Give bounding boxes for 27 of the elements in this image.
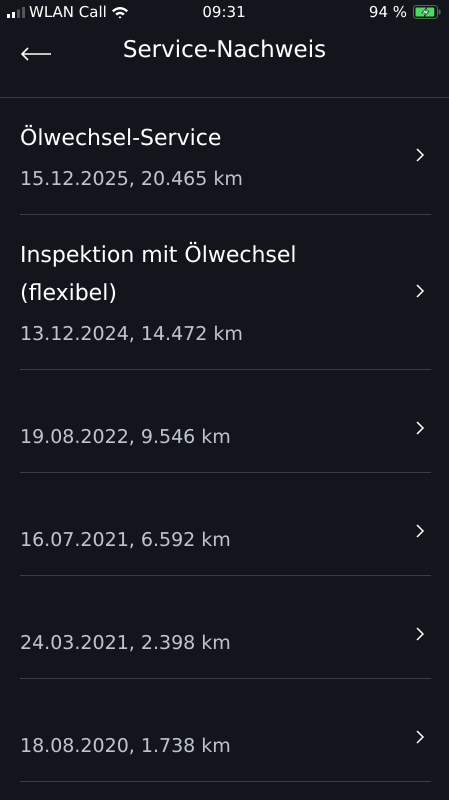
service-list-item[interactable]: 16.07.2021, 6.592 km	[20, 473, 431, 576]
chevron-icon	[415, 626, 425, 642]
carrier-label: WLAN Call	[29, 3, 107, 21]
service-date-mileage: 18.08.2020, 1.738 km	[20, 735, 232, 757]
signal-icon	[7, 6, 25, 18]
chevron-icon	[415, 523, 425, 539]
service-list-item[interactable]: Ölwechsel-Service 15.12.2025, 20.465 km	[20, 98, 431, 215]
clock: 09:31	[201, 3, 247, 21]
chevron-icon	[415, 283, 425, 299]
chevron-icon	[415, 420, 425, 436]
chevron-icon	[415, 729, 425, 745]
page-title: Service-Nachweis	[122, 36, 326, 62]
chevron-icon	[415, 147, 425, 163]
service-list-item[interactable]: 18.08.2020, 1.738 km	[20, 679, 431, 782]
battery-percentage: 94 %	[368, 3, 408, 21]
back-button[interactable]	[20, 46, 52, 62]
service-date-mileage: 24.03.2021, 2.398 km	[20, 632, 232, 654]
service-list-item[interactable]: 24.03.2021, 2.398 km	[20, 576, 431, 679]
service-list-item[interactable]: Inspektion mit Ölwechsel (flexibel) 13.12.2024, 14.472 km	[20, 215, 431, 370]
service-title: Ölwechsel-Service	[20, 124, 222, 153]
service-title: Inspektion mit Ölwechsel (flexibel)	[20, 240, 298, 308]
service-date-mileage: 16.07.2021, 6.592 km	[20, 529, 232, 551]
service-list-item[interactable]: 19.08.2022, 9.546 km	[20, 370, 431, 473]
wifi-icon	[110, 6, 129, 18]
service-date-mileage: 19.08.2022, 9.546 km	[20, 426, 232, 448]
service-date-mileage: 13.12.2024, 14.472 km	[20, 323, 244, 345]
service-date-mileage: 15.12.2025, 20.465 km	[20, 168, 244, 190]
